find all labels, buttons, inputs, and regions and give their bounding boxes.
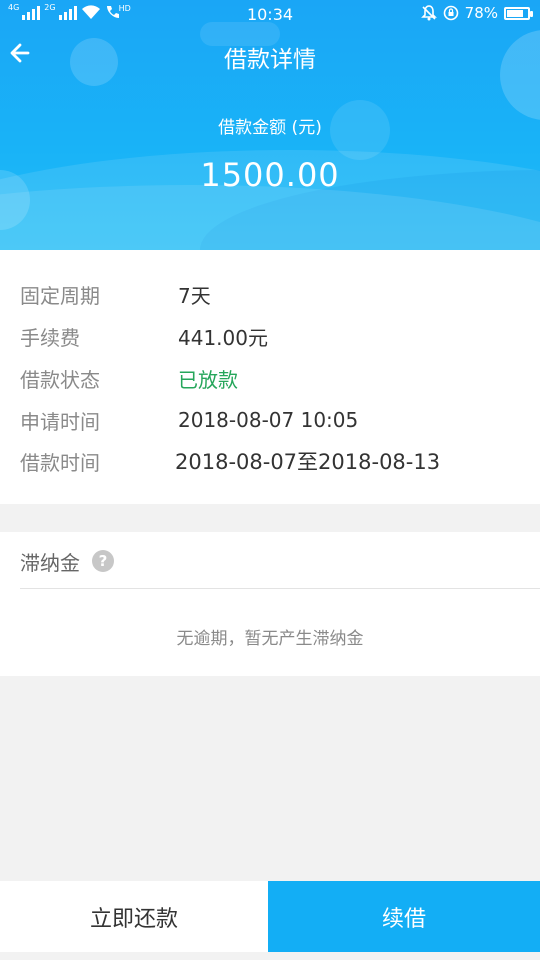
detail-value: 7天 xyxy=(178,283,211,308)
detail-value: 2018-08-07至2018-08-13 xyxy=(175,450,441,474)
detail-row-status: 借款状态 已放款 xyxy=(20,363,238,393)
detail-value: 441.00元 xyxy=(178,325,268,350)
loan-details-card: 固定周期 7天 手续费 441.00元 借款状态 已放款 申请时间 2018-0… xyxy=(0,250,540,504)
divider xyxy=(20,588,540,589)
bell-off-icon xyxy=(420,5,437,21)
battery-fill xyxy=(507,9,523,17)
page-title: 借款详情 xyxy=(224,47,316,73)
detail-row-loan-time: 借款时间 2018-08-07至2018-08-13 xyxy=(20,446,440,476)
rotation-lock-icon xyxy=(443,5,458,21)
late-fee-title: 滞纳金 xyxy=(20,550,80,575)
loan-amount-value: 1500.00 xyxy=(200,156,340,194)
battery-percent: 78% xyxy=(464,4,498,22)
late-fee-header: 滞纳金 ? xyxy=(20,546,114,576)
header: 4G 2G HD 10:34 78% 借款详情 借款金额 (元) 1500.00 xyxy=(0,0,540,250)
late-fee-message: 无逾期，暂无产生滞纳金 xyxy=(176,629,364,649)
status-right: 78% xyxy=(420,4,533,22)
help-icon[interactable]: ? xyxy=(92,550,114,572)
detail-label: 借款时间 xyxy=(20,450,100,475)
status-bar: 4G 2G HD 10:34 78% xyxy=(0,0,540,30)
repay-now-button[interactable]: 立即还款 xyxy=(0,881,268,952)
battery-icon xyxy=(504,6,533,20)
detail-row-apply-time: 申请时间 2018-08-07 10:05 xyxy=(20,405,358,435)
detail-label: 固定周期 xyxy=(20,283,100,308)
detail-value: 2018-08-07 10:05 xyxy=(178,408,359,432)
loan-status-value: 已放款 xyxy=(178,367,238,392)
renew-loan-button[interactable]: 续借 xyxy=(268,881,540,952)
detail-label: 手续费 xyxy=(20,325,80,350)
detail-row-period: 固定周期 7天 xyxy=(20,279,211,309)
detail-label: 申请时间 xyxy=(20,409,100,434)
late-fee-card: 滞纳金 ? 无逾期，暂无产生滞纳金 xyxy=(0,532,540,676)
detail-label: 借款状态 xyxy=(20,367,100,392)
bottom-action-bar: 立即还款 续借 xyxy=(0,881,540,952)
detail-row-fee: 手续费 441.00元 xyxy=(20,321,268,351)
loan-amount-label: 借款金额 (元) xyxy=(218,118,322,138)
